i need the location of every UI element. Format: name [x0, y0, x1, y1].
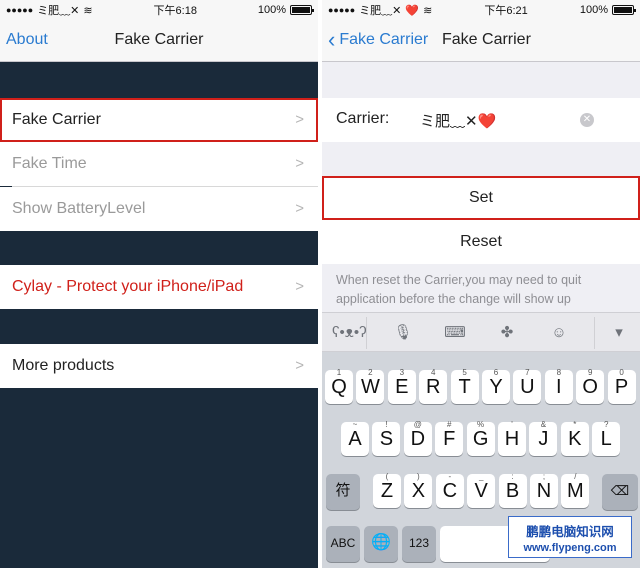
nav-bar: About Fake Carrier: [0, 20, 318, 62]
chevron-left-icon: ‹: [328, 27, 336, 52]
abc-key[interactable]: ABC: [326, 526, 360, 562]
key-q[interactable]: 1Q: [325, 368, 353, 404]
globe-icon[interactable]: 🌐: [364, 526, 398, 562]
carrier-name: ミ肥﹏✕: [359, 5, 402, 17]
key-z[interactable]: (Z: [373, 472, 401, 508]
menu-item-more-products[interactable]: More products >: [0, 344, 318, 388]
menu-item-label: Fake Carrier: [12, 111, 101, 128]
key-w[interactable]: 2W: [356, 368, 385, 404]
key-n[interactable]: ; N: [530, 472, 558, 508]
menu-item-fake-time[interactable]: Fake Time >: [0, 142, 318, 186]
carrier-field-row: Carrier: ミ肥﹏✕❤️ ✕: [322, 98, 640, 142]
battery-icon: [290, 5, 314, 15]
wifi-icon: ≋: [83, 4, 93, 17]
microphone-icon[interactable]: 🎙: [392, 322, 414, 344]
key-r[interactable]: 4R: [419, 368, 448, 404]
key-k[interactable]: * K: [560, 420, 589, 456]
menu-item-fake-carrier[interactable]: Fake Carrier >: [0, 98, 318, 142]
clear-icon[interactable]: ✕: [580, 113, 594, 127]
reset-note: When reset the Carrier,you may need to q…: [336, 273, 582, 306]
key-c[interactable]: -C: [435, 472, 464, 508]
signal-icon: ●●●●●: [6, 5, 34, 15]
key-u[interactable]: 7U: [513, 368, 542, 404]
keyboard-icon[interactable]: ⌨: [444, 322, 466, 344]
carrier-label: Carrier:: [336, 110, 390, 127]
settings-screen: ●●●●● ミ肥﹏✕ ≋ 下午6:18 100% About Fake Carr…: [0, 0, 318, 568]
key-v[interactable]: _ V: [467, 472, 496, 508]
key-b[interactable]: :B: [498, 472, 527, 508]
key-o[interactable]: 9O: [576, 368, 605, 404]
symbol-key[interactable]: 符: [326, 474, 360, 510]
key-g[interactable]: % G: [466, 420, 495, 456]
key-t[interactable]: 5T: [450, 368, 479, 404]
num-key[interactable]: 123: [402, 526, 436, 562]
key-h[interactable]: ' H: [498, 420, 526, 456]
signal-icon: ●●●●●: [328, 5, 356, 15]
key-y[interactable]: 6Y: [482, 368, 510, 404]
status-bar: ●●●●● ミ肥﹏✕ ❤️ ≋ 下午6:21 100%: [322, 0, 640, 20]
status-bar: ●●●●● ミ肥﹏✕ ≋ 下午6:18 100%: [0, 0, 318, 20]
chevron-right-icon: >: [295, 111, 304, 128]
menu-item-label: Cylay - Protect your iPhone/iPad: [12, 278, 244, 295]
wifi-icon: ≋: [423, 4, 433, 17]
set-button[interactable]: Set: [322, 176, 640, 220]
carrier-heart: ❤️: [405, 4, 420, 17]
emoji-icon[interactable]: ☺: [548, 322, 570, 344]
chevron-right-icon: >: [295, 200, 304, 217]
hide-keyboard-icon[interactable]: ▾: [608, 322, 630, 344]
battery-percent: 100%: [257, 4, 286, 16]
menu-item-show-battery-level[interactable]: Show BatteryLevel >: [0, 187, 318, 231]
bear-icon[interactable]: ʕ•ᴥ•ʔ: [332, 322, 367, 344]
key-f[interactable]: # F: [435, 420, 464, 456]
carrier-name: ミ肥﹏✕: [37, 5, 80, 17]
key-i[interactable]: 8I: [544, 368, 573, 404]
reset-button[interactable]: Reset: [322, 220, 640, 264]
key-m[interactable]: / M: [561, 472, 590, 508]
keyboard-toolbar: ʕ•ᴥ•ʔ 🎙 ⌨ ✤ ☺ ▾: [322, 312, 640, 352]
battery-percent: 100%: [579, 4, 608, 16]
fake-carrier-screen: ●●●●● ミ肥﹏✕ ❤️ ≋ 下午6:21 100% ‹ Fake Carrie…: [322, 0, 640, 568]
key-s[interactable]: ! S: [372, 420, 401, 456]
chevron-right-icon: >: [295, 155, 304, 172]
menu-item-label: More products: [12, 357, 115, 374]
menu-item-label: Fake Time: [12, 155, 87, 172]
chevron-right-icon: >: [295, 357, 304, 374]
menu-item-label: Show BatteryLevel: [12, 200, 146, 217]
divider: [594, 317, 595, 349]
status-time: 下午6:18: [153, 5, 197, 17]
key-p[interactable]: 0P: [607, 368, 636, 404]
clover-icon[interactable]: ✤: [496, 322, 518, 344]
divider: [366, 317, 367, 349]
page-title: Fake Carrier: [114, 31, 204, 48]
carrier-input[interactable]: ミ肥﹏✕❤️: [420, 110, 496, 131]
key-j[interactable]: & J: [529, 420, 558, 456]
watermark-logo: 鹏鹏电脑知识网 www.flypeng.com: [508, 516, 632, 558]
status-time: 下午6:21: [484, 5, 528, 17]
back-button[interactable]: ‹ Fake Carrier: [328, 27, 428, 52]
key-a[interactable]: ~ A: [341, 420, 369, 456]
nav-bar: ‹ Fake Carrier Fake Carrier: [322, 20, 640, 62]
page-title: Fake Carrier: [442, 31, 531, 48]
battery-icon: [611, 5, 636, 15]
key-d[interactable]: @ D: [403, 420, 432, 456]
key-x[interactable]: ) X: [404, 472, 433, 508]
key-e[interactable]: 3E: [387, 368, 416, 404]
chevron-right-icon: >: [295, 278, 304, 295]
backspace-key[interactable]: ⌫: [602, 474, 638, 510]
key-l[interactable]: ? L: [592, 420, 621, 456]
menu-item-cylay[interactable]: Cylay - Protect your iPhone/iPad >: [0, 265, 318, 309]
